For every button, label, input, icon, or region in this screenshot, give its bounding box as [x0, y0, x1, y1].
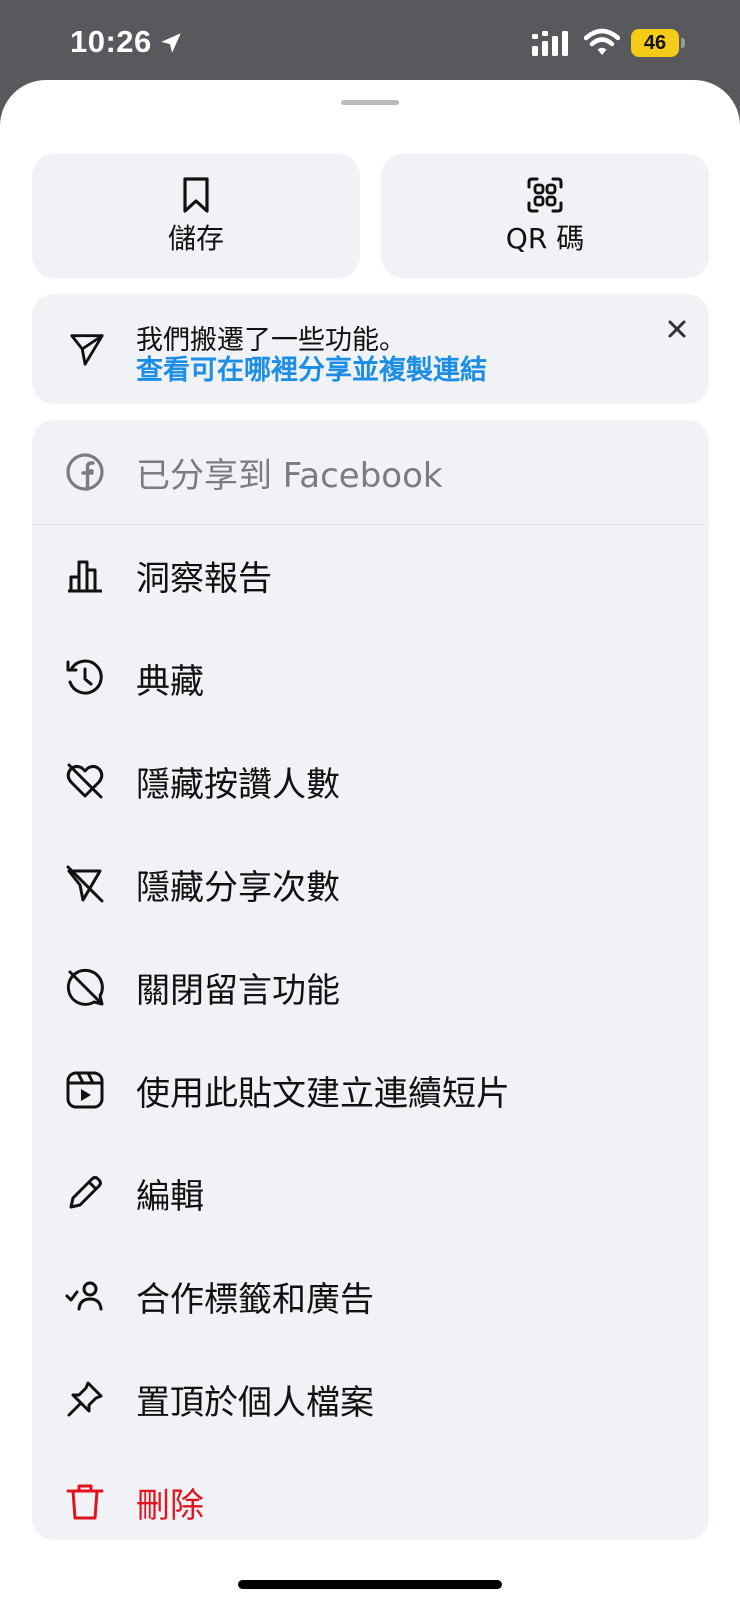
save-button[interactable]: 儲存 [32, 154, 360, 278]
close-icon[interactable] [662, 314, 692, 344]
paper-plane-icon [70, 334, 104, 366]
bookmark-icon [183, 177, 209, 213]
pin-icon [67, 1381, 103, 1417]
menu-label: 使用此貼文建立連續短片 [136, 1073, 510, 1114]
home-indicator [238, 1580, 502, 1589]
menu-item-delete[interactable]: 刪除 [32, 1450, 709, 1540]
menu-item-partnership-label[interactable]: 合作標籤和廣告 [32, 1244, 709, 1348]
menu-item-hide-shares[interactable]: 隱藏分享次數 [32, 832, 709, 936]
menu-label: 隱藏按讚人數 [136, 764, 340, 805]
menu-item-shared-to-facebook[interactable]: 已分享到 Facebook [32, 420, 709, 525]
menu-label: 置頂於個人檔案 [136, 1382, 374, 1423]
wifi-icon [584, 28, 620, 55]
save-label: 儲存 [167, 222, 224, 255]
partner-tag-icon [65, 1281, 103, 1311]
menu-label: 刪除 [136, 1485, 204, 1526]
location-arrow-icon [161, 33, 181, 53]
pencil-icon [69, 1176, 102, 1209]
battery-indicator: 46 [631, 29, 679, 57]
menu-label: 合作標籤和廣告 [136, 1279, 374, 1320]
menu-item-hide-likes[interactable]: 隱藏按讚人數 [32, 729, 709, 833]
menu-label: 洞察報告 [136, 558, 272, 599]
battery-level: 46 [643, 31, 667, 54]
sheet-grabber[interactable] [341, 100, 399, 105]
menu-item-insights[interactable]: 洞察報告 [32, 523, 709, 627]
comment-off-icon [66, 968, 104, 1006]
post-options-menu: 已分享到 Facebook 洞察報告 典藏 隱藏按讚人數 隱藏分享次數 關閉留言… [32, 420, 709, 1540]
menu-item-create-reel[interactable]: 使用此貼文建立連續短片 [32, 1038, 709, 1142]
battery-cap [681, 38, 685, 48]
heart-off-icon [66, 763, 104, 799]
menu-item-turn-off-comments[interactable]: 關閉留言功能 [32, 935, 709, 1039]
qr-code-icon [527, 177, 563, 213]
bottom-sheet: 儲存 QR 碼 我們搬遷了一些功能。 查看可在哪裡分享並複製連結 已分享到 Fa… [0, 80, 740, 1601]
menu-item-pin-to-profile[interactable]: 置頂於個人檔案 [32, 1347, 709, 1451]
status-time: 10:26 [70, 24, 152, 59]
archive-history-icon [66, 659, 103, 695]
qr-code-label: QR 碼 [505, 222, 585, 255]
bar-chart-icon [68, 560, 102, 593]
status-bar: 10:26 46 [0, 0, 740, 82]
facebook-icon [66, 453, 104, 491]
menu-label: 隱藏分享次數 [136, 867, 340, 908]
menu-label: 已分享到 Facebook [136, 455, 443, 496]
cellular-signal-icon [532, 31, 568, 56]
menu-label: 典藏 [136, 661, 204, 702]
menu-item-archive[interactable]: 典藏 [32, 626, 709, 730]
menu-label: 關閉留言功能 [136, 970, 340, 1011]
notice-link[interactable]: 查看可在哪裡分享並複製連結 [136, 348, 487, 387]
share-off-icon [66, 865, 104, 903]
menu-label: 編輯 [136, 1176, 204, 1217]
qr-code-button[interactable]: QR 碼 [381, 154, 709, 278]
reels-icon [66, 1071, 104, 1109]
menu-item-edit[interactable]: 編輯 [32, 1141, 709, 1245]
trash-icon [66, 1484, 104, 1520]
feature-moved-notice: 我們搬遷了一些功能。 查看可在哪裡分享並複製連結 [32, 294, 709, 404]
